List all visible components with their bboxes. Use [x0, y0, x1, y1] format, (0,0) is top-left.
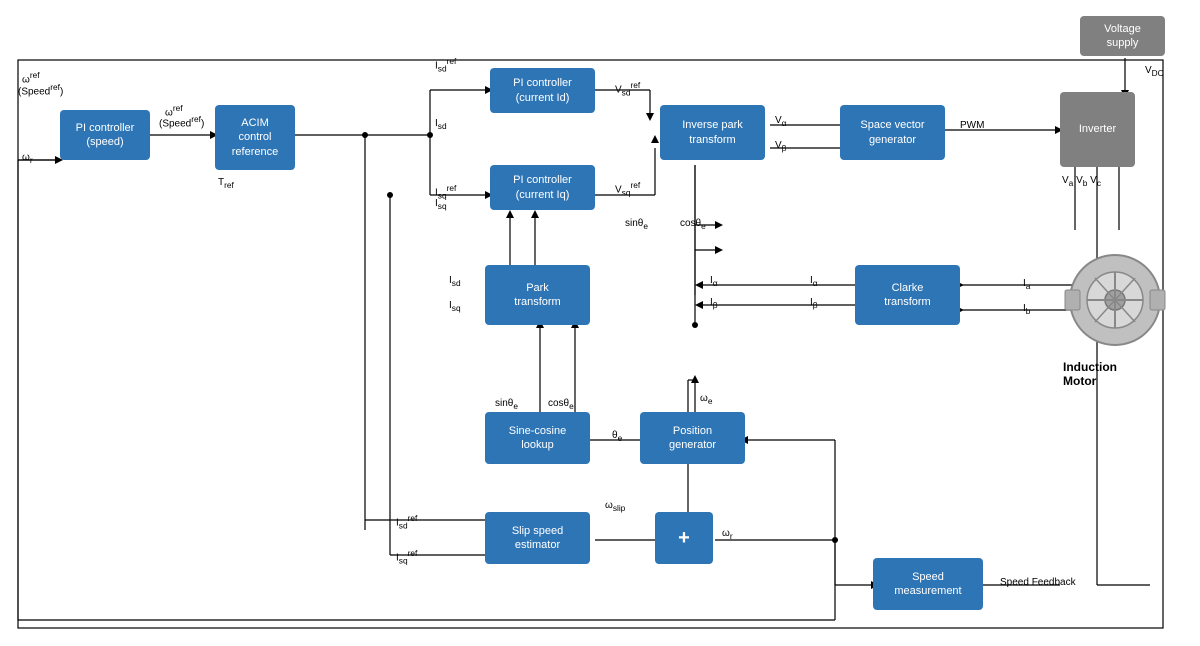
i-alpha-top-label: Iα	[710, 275, 718, 288]
vsq-ref-label: Vsqref	[615, 180, 640, 197]
theta-e-label: θe	[612, 430, 622, 443]
park-block: Parktransform	[485, 265, 590, 325]
clarke-block: Clarketransform	[855, 265, 960, 325]
voltage-supply-block: Voltagesupply	[1080, 16, 1165, 56]
omega-r-out-label: ωr	[722, 528, 733, 541]
connection-lines	[0, 0, 1200, 646]
v-beta-label: Vβ	[775, 140, 786, 153]
pi-iq-block: PI controller(current Iq)	[490, 165, 595, 210]
omega-e-label: ωe	[700, 393, 712, 406]
inverter-block: Inverter	[1060, 92, 1135, 167]
i-beta-bot-label: Iβ	[810, 297, 818, 310]
v-alpha-label: Vα	[775, 115, 787, 128]
pwm-label: PWM	[960, 120, 984, 131]
omega-slip-label: ωslip	[605, 500, 625, 513]
isd-ref-bot-label: Isdref	[396, 513, 417, 530]
sin-theta-bot-label: sinθe	[495, 398, 518, 411]
sine-cosine-block: Sine-cosinelookup	[485, 412, 590, 464]
inverse-park-block: Inverse parktransform	[660, 105, 765, 160]
t-ref-label: Tref	[218, 177, 234, 190]
cos-theta-bot-label: cosθe	[548, 398, 574, 411]
i-alpha-bot-label: Iα	[810, 275, 818, 288]
va-vb-vc-label: Va Vb Vc	[1062, 175, 1101, 188]
speed-ref2-label: (Speedref)	[159, 114, 204, 129]
induction-motor	[1060, 240, 1170, 350]
sin-theta-top-label: sinθe	[625, 218, 648, 231]
omega-r-label: ωr	[22, 152, 33, 165]
cos-theta-top-label: cosθe	[680, 218, 706, 231]
isd-ref-top-label: Isdref	[435, 56, 456, 73]
isd-label: Isd	[435, 118, 447, 131]
isq-label: Isq	[435, 198, 447, 211]
speed-meas-block: Speedmeasurement	[873, 558, 983, 610]
svgen-block: Space vectorgenerator	[840, 105, 945, 160]
vdc-label: VDC	[1145, 65, 1164, 78]
i-beta-top-label: Iβ	[710, 297, 718, 310]
isq-ref-bot-label: Isqref	[396, 548, 417, 565]
ia-label: Ia	[1023, 278, 1030, 291]
vsd-ref-label: Vsdref	[615, 80, 640, 97]
pi-id-block: PI controller(current Id)	[490, 68, 595, 113]
speed-feedback-label: Speed Feedback	[1000, 577, 1076, 588]
acim-block: ACIMcontrolreference	[215, 105, 295, 170]
slip-speed-block: Slip speedestimator	[485, 512, 590, 564]
plus-block: +	[655, 512, 713, 564]
diagram-container: PI controller (speed) ACIMcontrolreferen…	[0, 0, 1200, 646]
pi-speed-block: PI controller (speed)	[60, 110, 150, 160]
ib-label: Ib	[1023, 303, 1030, 316]
isd-park-label: Isd	[449, 275, 461, 288]
position-gen-block: Positiongenerator	[640, 412, 745, 464]
isq-park-label: Isq	[449, 300, 461, 313]
induction-motor-label: InductionMotor	[1063, 360, 1117, 388]
speed-ref-label: (Speedref)	[18, 82, 63, 97]
